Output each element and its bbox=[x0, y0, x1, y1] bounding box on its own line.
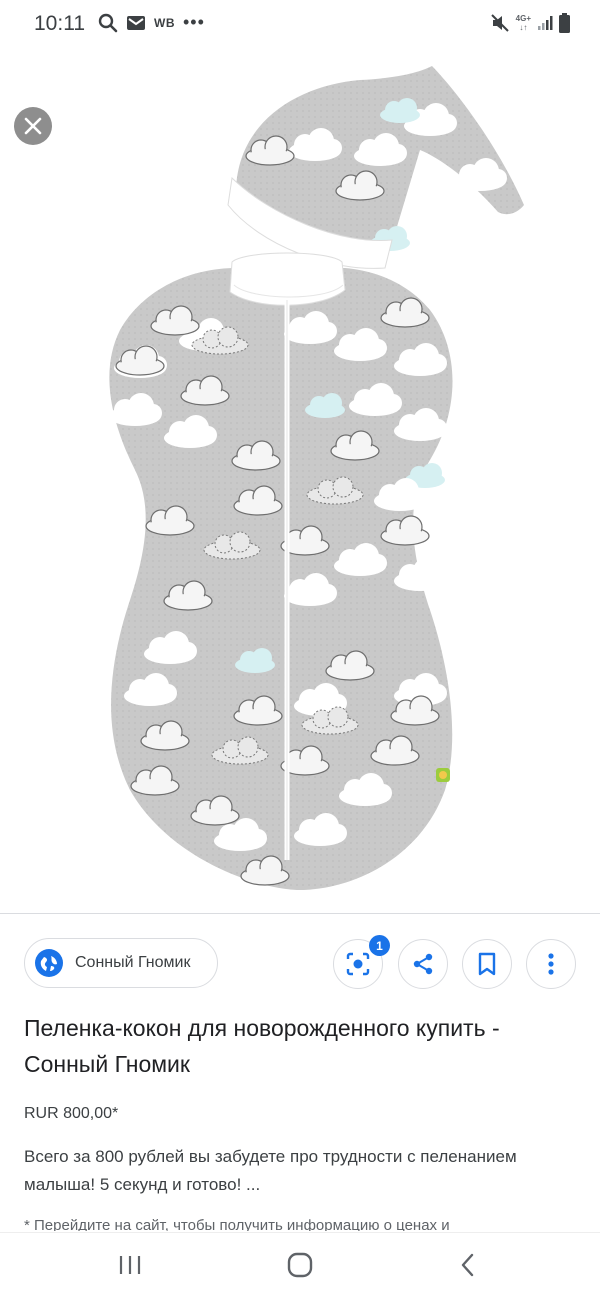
more-notifications-icon: ••• bbox=[183, 12, 205, 32]
navigation-bar bbox=[0, 1232, 600, 1300]
home-button[interactable] bbox=[270, 1245, 330, 1285]
share-button[interactable] bbox=[398, 939, 448, 989]
recents-button[interactable] bbox=[100, 1245, 160, 1285]
status-bar: 10:11 WB ••• 4G+ ↓↑ bbox=[0, 0, 600, 48]
signal-icon bbox=[538, 16, 553, 30]
source-label: Сонный Гномик bbox=[75, 954, 191, 971]
save-button[interactable] bbox=[462, 939, 512, 989]
back-button[interactable] bbox=[438, 1245, 498, 1285]
bookmark-icon bbox=[478, 952, 496, 976]
price-note: * Перейдите на сайт, чтобы получить инфо… bbox=[24, 1217, 450, 1231]
result-description: Всего за 800 рублей вы забудете про труд… bbox=[24, 1147, 517, 1194]
status-left-icons: WB ••• bbox=[98, 12, 205, 33]
lens-badge: 1 bbox=[369, 935, 390, 956]
mute-icon bbox=[490, 14, 509, 32]
network-label: 4G+ bbox=[515, 14, 531, 23]
gmail-icon bbox=[127, 15, 145, 30]
close-button[interactable] bbox=[14, 107, 52, 145]
divider bbox=[0, 913, 600, 914]
status-time: 10:11 bbox=[34, 12, 85, 35]
recents-icon bbox=[119, 1256, 141, 1274]
result-title[interactable]: Пеленка-кокон для новорожденного купить … bbox=[24, 1010, 564, 1082]
close-icon bbox=[24, 117, 42, 135]
back-icon bbox=[461, 1253, 474, 1277]
source-chip[interactable]: Сонный Гномик bbox=[24, 938, 218, 988]
result-price: RUR 800,00* bbox=[24, 1105, 119, 1122]
share-icon bbox=[413, 953, 433, 975]
search-icon bbox=[98, 13, 118, 32]
home-icon bbox=[287, 1252, 313, 1278]
globe-icon bbox=[35, 949, 63, 977]
more-vert-icon bbox=[548, 953, 554, 975]
network-indicator: 4G+ ↓↑ bbox=[516, 14, 531, 32]
carrier-text: WB bbox=[154, 15, 175, 30]
battery-icon bbox=[559, 13, 570, 33]
data-arrows-icon: ↓↑ bbox=[519, 23, 528, 32]
product-image[interactable] bbox=[0, 48, 600, 914]
lens-icon bbox=[346, 952, 370, 976]
status-right-icons: 4G+ ↓↑ bbox=[490, 13, 570, 33]
product-image-viewer[interactable] bbox=[0, 48, 600, 914]
more-options-button[interactable] bbox=[526, 939, 576, 989]
